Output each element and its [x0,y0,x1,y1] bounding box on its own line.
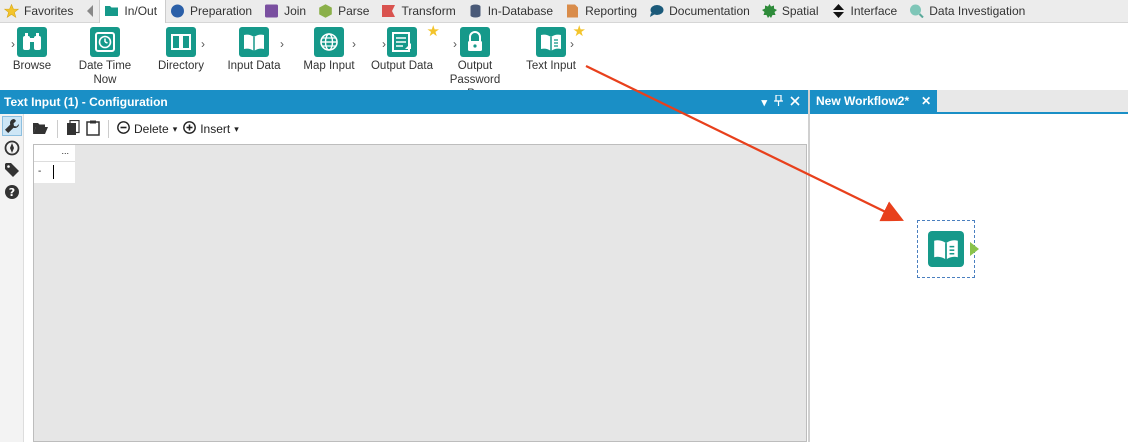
dropdown-arrow-icon: ▾ [234,123,239,134]
chevron-right-icon: › [11,37,15,51]
text-input-node[interactable] [917,220,979,278]
chevron-right-icon: › [453,37,457,51]
up-down-arrows-icon [831,4,846,18]
dropdown-arrow-icon: ▾ [172,123,178,134]
plus-circle-icon [183,121,197,137]
favorite-star-icon[interactable]: ★ [427,24,440,39]
grid-column-header[interactable]: ... [34,145,75,161]
minus-circle-icon [117,121,130,137]
tab-spatial[interactable]: Spatial [758,0,827,23]
output-anchor[interactable] [970,242,979,256]
tab-preparation[interactable]: Preparation [166,0,260,23]
dropdown-arrow-icon[interactable]: ▾ [761,96,767,109]
database-icon [468,4,483,18]
folder-icon [104,4,119,18]
document-output-icon [387,27,417,57]
paste-icon[interactable] [86,120,100,139]
tab-data-investigation[interactable]: Data Investigation [905,0,1033,23]
book-open-icon [239,27,269,57]
row-marker: - [38,166,42,177]
configuration-toolbar: Delete ▾ Insert ▾ [24,114,808,144]
tool-date-time-now[interactable]: Date Time Now [76,27,134,87]
tab-favorites[interactable]: Favorites [0,0,81,23]
square-icon [264,4,279,18]
copy-icon[interactable] [66,119,80,139]
tool-browse[interactable]: › Browse [11,27,52,73]
tool-directory[interactable]: Directory › [155,27,207,73]
wrench-icon[interactable] [2,116,22,136]
configuration-side-rail: ? [0,114,24,442]
toolbar-separator [57,120,58,138]
close-icon[interactable]: ✕ [921,94,931,108]
tag-icon[interactable] [2,160,22,180]
tab-interface[interactable]: Interface [827,0,906,23]
tab-parse[interactable]: Parse [314,0,377,23]
chevron-right-icon: › [352,37,356,51]
configuration-panel-title-bar: Text Input (1) - Configuration ▾ [0,90,808,114]
chevron-right-icon: › [201,37,205,51]
text-input-grid[interactable]: ... - [33,144,807,442]
ribbon-icon [381,4,396,18]
pin-icon[interactable] [774,94,783,109]
tab-reporting[interactable]: Reporting [561,0,645,23]
tool-output-data[interactable]: › Output Data ★ [370,24,440,73]
workflow-tab-bar: New Workflow2* ✕ [810,90,1128,114]
compass-icon[interactable] [2,138,22,158]
tool-map-input[interactable]: Map Input › [300,27,358,73]
book-icon [166,27,196,57]
tab-in-database[interactable]: In-Database [464,0,561,23]
hexagon-icon [318,4,333,18]
configuration-title: Text Input (1) - Configuration [4,95,168,109]
tool-input-data[interactable]: Input Data › [226,27,284,73]
insert-button[interactable]: Insert ▾ [183,121,239,137]
workflow-canvas[interactable] [810,114,1128,442]
speech-bubble-icon [649,4,664,18]
clock-icon [90,27,120,57]
grid-row[interactable]: - [34,161,75,183]
chevron-right-icon: › [382,37,386,51]
tool-palette: › Browse Date Time Now Directory › Input… [0,23,1128,100]
tab-join[interactable]: Join [260,0,314,23]
globe-icon [314,27,344,57]
star-icon [3,3,20,19]
magnifier-icon [909,4,924,19]
chevron-right-icon: › [280,37,284,51]
tool-text-input[interactable]: Text Input › ★ [522,24,586,73]
svg-text:?: ? [9,186,15,199]
binoculars-icon [17,27,47,57]
help-icon[interactable]: ? [2,182,22,202]
lock-icon [460,27,490,57]
text-book-icon [928,231,964,267]
open-folder-icon[interactable] [32,121,49,138]
favorite-star-icon[interactable]: ★ [573,24,586,39]
close-icon[interactable] [790,95,800,109]
delete-button[interactable]: Delete ▾ [117,121,177,137]
text-book-icon [536,27,566,57]
tab-new-workflow[interactable]: New Workflow2* ✕ [810,90,938,112]
tab-transform[interactable]: Transform [377,0,463,23]
text-caret [53,165,54,179]
scroll-left-icon[interactable] [83,0,97,23]
category-tab-strip: Favorites In/Out Preparation Join Parse … [0,0,1128,23]
document-icon [565,4,580,18]
gear-icon [761,4,777,18]
tab-documentation[interactable]: Documentation [645,0,758,23]
toolbar-separator [108,120,109,138]
panel-controls: ▾ [761,90,800,114]
circle-icon [170,4,185,18]
tab-in-out[interactable]: In/Out [99,0,167,23]
